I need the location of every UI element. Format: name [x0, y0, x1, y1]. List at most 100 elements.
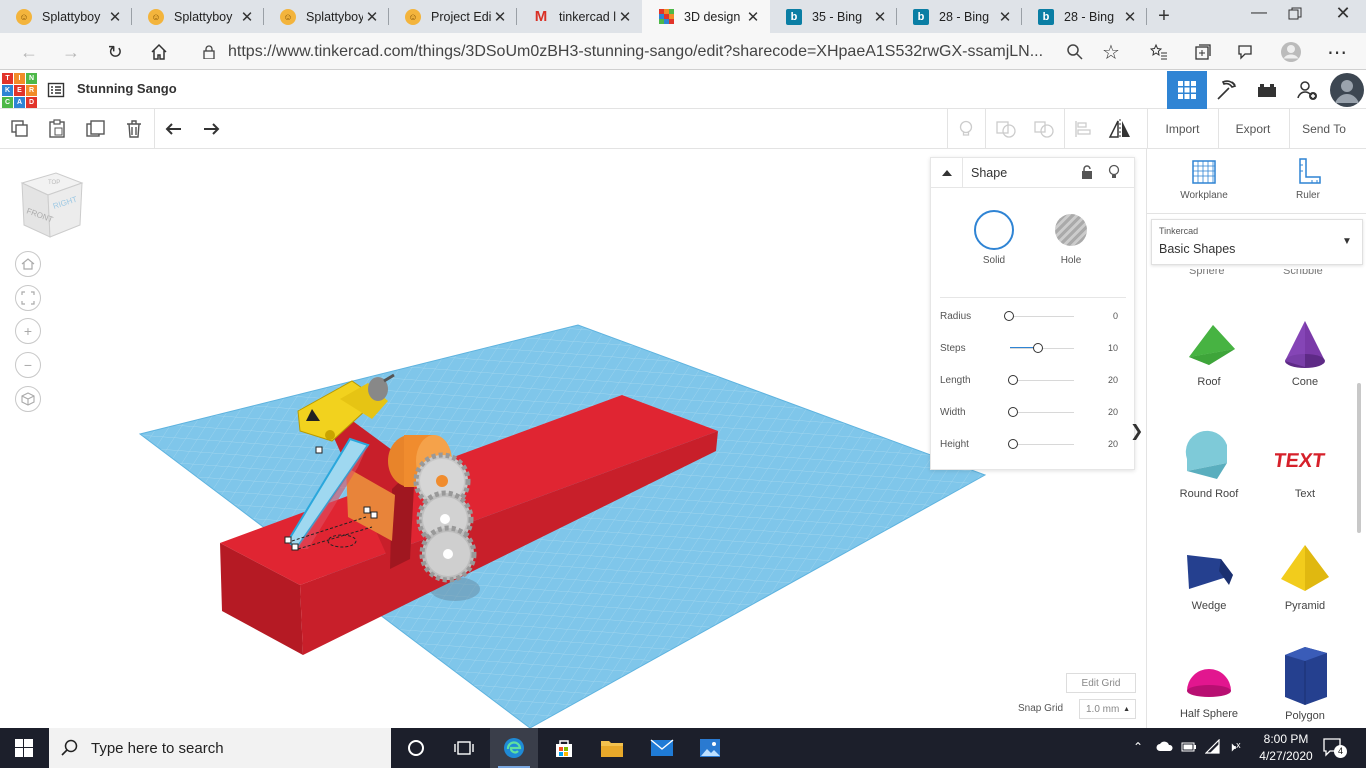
param-value[interactable]: 20	[1108, 439, 1118, 449]
zoom-out-button[interactable]: −	[15, 352, 41, 378]
param-slider-track[interactable]	[1010, 412, 1074, 413]
browser-tab[interactable]: ☺ Splattyboy ✕	[132, 0, 264, 33]
param-slider-track[interactable]	[1010, 380, 1074, 381]
show-hidden-icons[interactable]: ⌃	[1133, 740, 1143, 754]
home-view-button[interactable]	[15, 251, 41, 277]
shape-text[interactable]: TEXT Text	[1265, 429, 1345, 500]
collections-icon[interactable]	[1190, 39, 1216, 65]
group-button[interactable]	[992, 115, 1020, 143]
add-user-button[interactable]	[1287, 71, 1327, 109]
library-category-select[interactable]: Tinkercad Basic Shapes ▼	[1151, 219, 1363, 265]
ruler-tool[interactable]: Ruler	[1273, 157, 1343, 201]
browser-tab[interactable]: ☺ Splattyboy ✕	[264, 0, 389, 33]
snap-grid-select[interactable]: 1.0 mm ▲	[1079, 699, 1136, 719]
tinkercad-logo[interactable]: TIN KER CAD	[2, 73, 37, 108]
taskbar-clock[interactable]: 8:00 PM 4/27/2020	[1255, 731, 1317, 765]
shape-round-roof[interactable]: Round Roof	[1169, 429, 1249, 500]
taskbar-search-box[interactable]: Type here to search	[49, 728, 391, 768]
workplane-tool[interactable]: Workplane	[1169, 157, 1239, 201]
favorites-icon[interactable]	[1146, 39, 1172, 65]
photos-app[interactable]	[686, 728, 734, 768]
minecraft-view-button[interactable]	[1207, 71, 1247, 109]
close-icon[interactable]: ✕	[491, 8, 509, 26]
cortana-button[interactable]	[392, 728, 440, 768]
param-slider-knob[interactable]	[1008, 375, 1019, 385]
collapse-panel-button[interactable]	[931, 158, 963, 188]
restore-icon[interactable]	[1288, 3, 1308, 27]
library-scrollbar[interactable]	[1357, 383, 1361, 533]
battery-icon[interactable]	[1181, 741, 1197, 756]
solid-option[interactable]	[974, 210, 1014, 250]
ungroup-button[interactable]	[1030, 115, 1058, 143]
fit-view-button[interactable]	[15, 285, 41, 311]
design-title[interactable]: Stunning Sango	[77, 81, 177, 96]
shape-wedge[interactable]: Wedge	[1169, 541, 1249, 612]
undo-button[interactable]	[160, 115, 188, 143]
forward-icon[interactable]: →	[58, 39, 84, 65]
param-value[interactable]: 20	[1108, 407, 1118, 417]
copy-button[interactable]	[6, 115, 34, 143]
shape-cone[interactable]: Cone	[1265, 317, 1345, 388]
close-icon[interactable]: ✕	[871, 8, 889, 26]
shape-half-sphere[interactable]: Half Sphere	[1169, 655, 1249, 720]
task-view-button[interactable]	[440, 728, 488, 768]
align-button[interactable]	[1069, 115, 1097, 143]
note-lightbulb-button[interactable]	[952, 115, 980, 143]
send-to-button[interactable]: Send To	[1295, 117, 1353, 141]
delete-button[interactable]	[120, 115, 148, 143]
close-icon[interactable]: ✕	[238, 8, 256, 26]
lightbulb-icon[interactable]	[1108, 164, 1120, 183]
store-app[interactable]	[540, 728, 588, 768]
minimize-icon[interactable]: —	[1244, 4, 1274, 28]
onedrive-icon[interactable]	[1156, 740, 1174, 755]
close-icon[interactable]: ✕	[616, 8, 634, 26]
paste-button[interactable]	[43, 115, 71, 143]
edit-grid-button[interactable]: Edit Grid	[1066, 673, 1136, 693]
feedback-icon[interactable]	[1232, 39, 1258, 65]
file-explorer-app[interactable]	[588, 728, 636, 768]
close-icon[interactable]: ✕	[363, 8, 381, 26]
close-icon[interactable]: ✕	[106, 8, 124, 26]
mail-app[interactable]	[638, 728, 686, 768]
param-slider-track[interactable]	[1010, 316, 1074, 317]
lock-icon[interactable]	[1081, 165, 1093, 182]
gear-stack[interactable]	[413, 452, 477, 583]
3d-workspace[interactable]: FRONT RIGHT TOP + − Shape Solid Hole Rad…	[0, 149, 1146, 728]
design-list-icon[interactable]	[47, 81, 65, 99]
zoom-icon[interactable]	[1062, 39, 1088, 65]
favorite-star-icon[interactable]: ☆	[1098, 39, 1124, 65]
view-cube[interactable]: FRONT RIGHT TOP	[20, 172, 84, 238]
bricks-view-button[interactable]	[1247, 71, 1287, 109]
3d-view-button[interactable]	[1167, 71, 1207, 109]
close-icon[interactable]: ✕	[744, 8, 762, 26]
profile-icon[interactable]	[1278, 39, 1304, 65]
notifications-button[interactable]: 4	[1322, 737, 1348, 759]
browser-tab[interactable]: b 35 - Bing ✕	[770, 0, 897, 33]
refresh-icon[interactable]: ↻	[102, 39, 128, 65]
param-slider-knob[interactable]	[1032, 343, 1043, 353]
duplicate-button[interactable]	[82, 115, 110, 143]
hole-option[interactable]	[1055, 214, 1087, 246]
new-tab-button[interactable]: +	[1152, 4, 1176, 28]
shape-polygon[interactable]: Polygon	[1265, 643, 1345, 722]
shape-roof[interactable]: Roof	[1169, 317, 1249, 388]
browser-tab[interactable]: ☺ Project Edit ✕	[389, 0, 517, 33]
export-button[interactable]: Export	[1224, 117, 1282, 141]
shape-pyramid[interactable]: Pyramid	[1265, 541, 1345, 612]
browser-tab[interactable]: b 28 - Bing ✕	[897, 0, 1022, 33]
ortho-view-button[interactable]	[15, 386, 41, 412]
param-value[interactable]: 10	[1108, 343, 1118, 353]
start-button[interactable]	[0, 728, 48, 768]
collapse-right-panel-icon[interactable]: ❯	[1130, 421, 1143, 441]
user-avatar[interactable]	[1327, 71, 1366, 109]
volume-muted-icon[interactable]: 🕨ˣ	[1228, 739, 1240, 755]
param-slider-knob[interactable]	[1008, 407, 1019, 417]
close-icon[interactable]: ✕	[996, 8, 1014, 26]
back-icon[interactable]: ←	[16, 39, 42, 65]
more-menu-icon[interactable]: ⋯	[1324, 39, 1350, 65]
browser-tab[interactable]: M tinkercad li ✕	[517, 0, 642, 33]
mirror-button[interactable]	[1106, 115, 1134, 143]
edge-app[interactable]	[490, 728, 538, 768]
close-icon[interactable]: ✕	[1121, 8, 1139, 26]
close-window-icon[interactable]: ✕	[1332, 3, 1354, 27]
